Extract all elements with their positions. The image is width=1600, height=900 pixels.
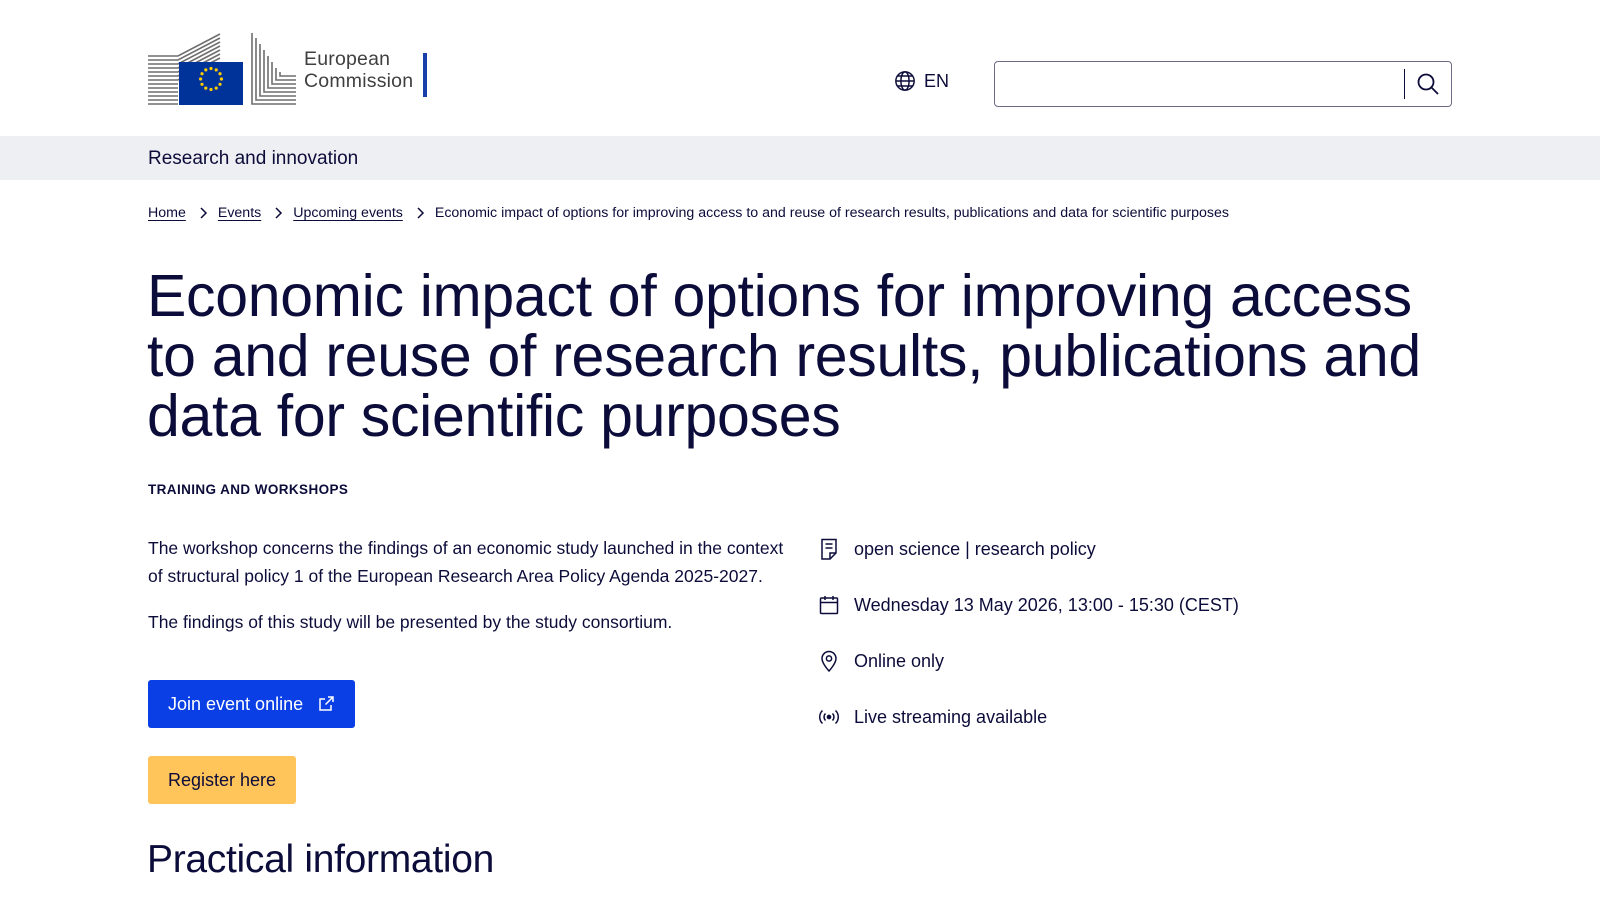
chevron-right-icon bbox=[273, 207, 283, 219]
globe-icon bbox=[895, 71, 915, 91]
location-pin-icon bbox=[818, 649, 840, 673]
eu-flag-logo-icon bbox=[148, 33, 296, 105]
description-paragraph: The workshop concerns the findings of an… bbox=[148, 538, 784, 586]
breadcrumb-current: Economic impact of options for improving… bbox=[434, 205, 1229, 221]
calendar-icon bbox=[818, 593, 840, 617]
description-paragraph: The findings of this study will be prese… bbox=[148, 612, 673, 632]
site-name-bar: Research and innovation bbox=[0, 136, 1600, 180]
external-link-icon bbox=[319, 696, 334, 711]
language-selector[interactable]: EN bbox=[894, 70, 949, 92]
event-info-list: open science | research policy Wednesday… bbox=[818, 537, 1239, 761]
breadcrumb-events[interactable]: Events bbox=[218, 205, 261, 221]
chevron-right-icon bbox=[198, 207, 208, 219]
document-icon bbox=[818, 537, 840, 561]
register-here-button[interactable]: Register here bbox=[148, 756, 297, 804]
event-streaming: Live streaming available bbox=[854, 707, 1048, 727]
logo-accent-bar bbox=[423, 53, 428, 97]
breadcrumb-home[interactable]: Home bbox=[148, 205, 186, 221]
info-item-topics: open science | research policy bbox=[818, 537, 1239, 593]
site-title[interactable]: Research and innovation bbox=[148, 148, 358, 170]
chevron-right-icon bbox=[415, 207, 425, 219]
logo-wordmark: European Commission bbox=[304, 48, 423, 92]
search-icon bbox=[1417, 73, 1439, 95]
event-location: Online only bbox=[854, 651, 945, 671]
breadcrumb: Home Events Upcoming events Economic imp… bbox=[148, 205, 1229, 221]
search-button[interactable] bbox=[1405, 62, 1451, 106]
info-item-location: Online only bbox=[818, 649, 1239, 705]
language-code: EN bbox=[924, 70, 950, 91]
join-event-online-button[interactable]: Join event online bbox=[148, 680, 356, 728]
site-header: European Commission EN bbox=[0, 0, 1600, 136]
page-title: Economic impact of options for improving… bbox=[147, 263, 1421, 449]
european-commission-logo[interactable]: European Commission bbox=[148, 32, 428, 108]
event-topics: open science | research policy bbox=[854, 539, 1096, 559]
join-button-label: Join event online bbox=[168, 693, 304, 714]
info-item-date: Wednesday 13 May 2026, 13:00 - 15:30 (CE… bbox=[818, 593, 1239, 649]
search-box bbox=[994, 61, 1452, 107]
event-type-label: TRAINING AND WORKSHOPS bbox=[148, 482, 349, 497]
breadcrumb-upcoming-events[interactable]: Upcoming events bbox=[293, 205, 403, 221]
info-item-streaming: Live streaming available bbox=[818, 705, 1239, 761]
practical-information-heading: Practical information bbox=[147, 838, 495, 881]
event-date: Wednesday 13 May 2026, 13:00 - 15:30 (CE… bbox=[854, 595, 1239, 615]
logo-line-1: European bbox=[304, 48, 391, 70]
logo-line-2: Commission bbox=[304, 70, 414, 92]
event-description: The workshop concerns the findings of an… bbox=[148, 534, 788, 654]
search-input[interactable] bbox=[995, 62, 1404, 106]
livestream-icon bbox=[818, 705, 840, 729]
